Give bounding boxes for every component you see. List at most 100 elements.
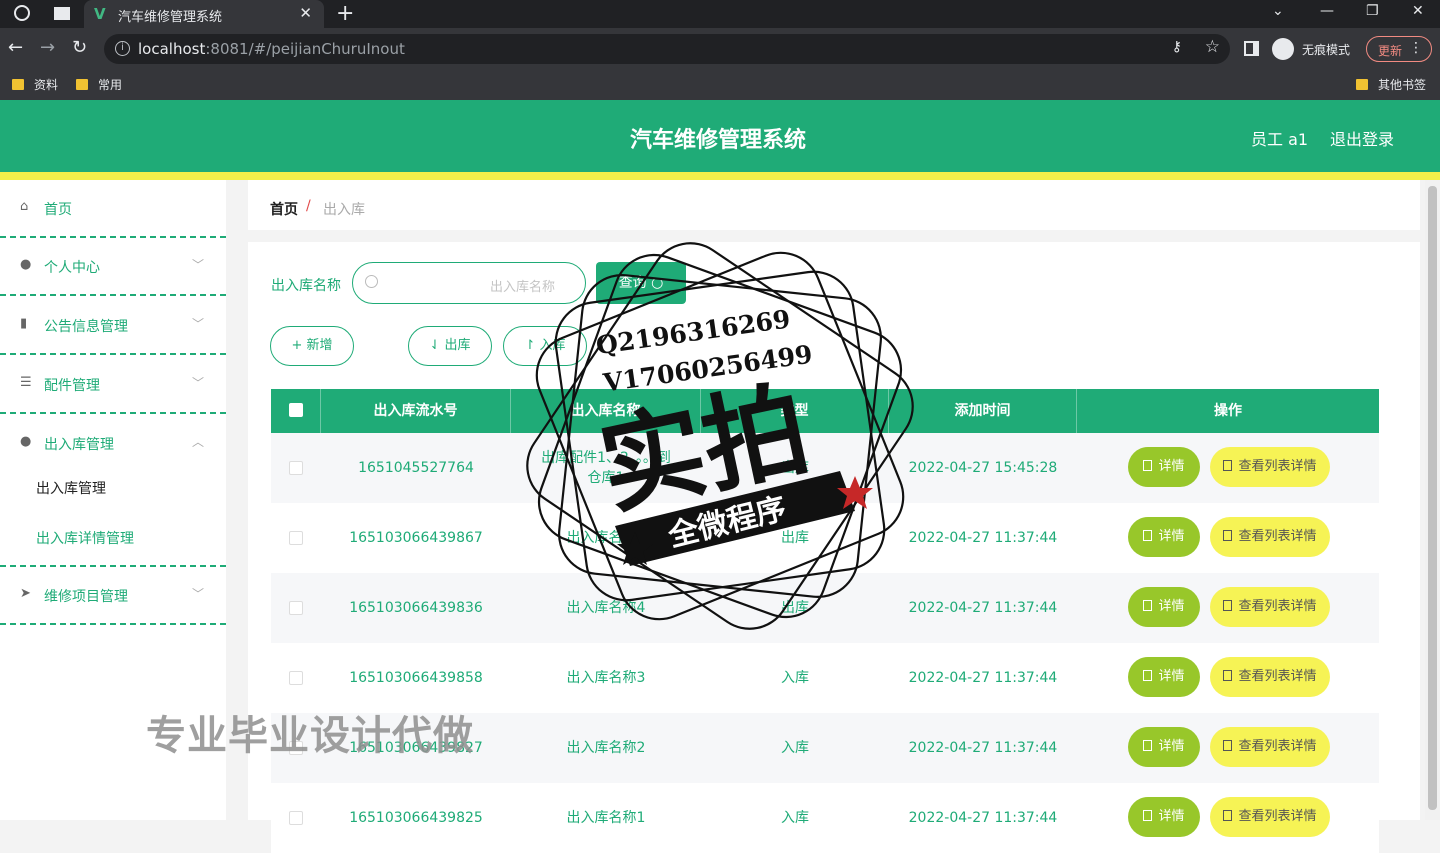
sidebar-item-label: 维修项目管理 [44, 589, 128, 605]
watermark-stamp: Q2196316269 V17060256499 实拍 全微程序 [526, 242, 914, 630]
reload-icon[interactable]: ↻ [72, 37, 87, 58]
logout-link[interactable]: 退出登录 [1330, 126, 1394, 150]
star-icon[interactable]: ☆ [1205, 37, 1220, 57]
close-tab-icon[interactable]: ✕ [299, 4, 312, 22]
row-checkbox[interactable] [289, 601, 303, 615]
bookmarks-bar: 资料 常用 其他书签 [0, 70, 1440, 100]
browser-tab[interactable]: V 汽车维修管理系统 ✕ [84, 0, 324, 28]
sidebar-item-parts[interactable]: ☰ 配件管理 ﹀ [0, 356, 226, 414]
select-all-checkbox[interactable] [271, 389, 321, 433]
chevron-down-icon: ﹀ [191, 317, 204, 331]
chevron-down-icon: ﹀ [191, 376, 204, 390]
sidebar-item-repair[interactable]: ➤ 维修项目管理 ﹀ [0, 565, 226, 625]
add-button[interactable]: + 新增 [270, 326, 354, 366]
document-icon [1223, 600, 1233, 611]
home-icon: ⌂ [20, 199, 29, 214]
tab-title: 汽车维修管理系统 [118, 10, 223, 25]
user-name: 员工 a1 [1251, 130, 1309, 149]
side-panel-icon[interactable] [1244, 41, 1259, 56]
address-bar-row: ← → ↻ i localhost:8081/#/peijianChuruIno… [0, 28, 1440, 70]
watermark-ad-text: 专业毕业设计代做 [146, 713, 474, 759]
document-icon [1223, 810, 1233, 821]
folder-icon [1356, 79, 1368, 90]
send-icon: ➤ [20, 586, 31, 601]
bookmark-ziliao[interactable]: 资料 [12, 76, 58, 93]
chevron-down-icon[interactable]: ⌄ [1272, 3, 1284, 19]
minimize-icon[interactable]: — [1320, 3, 1334, 19]
back-icon[interactable]: ← [8, 37, 23, 58]
globe-icon[interactable] [14, 5, 30, 21]
cell-type: 入库 [781, 670, 809, 686]
detail-button[interactable]: 详情 [1128, 657, 1200, 697]
view-list-detail-button[interactable]: 查看列表详情 [1210, 727, 1330, 767]
cell-name: 出入库名称3 [566, 670, 646, 686]
detail-button[interactable]: 详情 [1128, 797, 1200, 837]
chevron-down-icon: ﹀ [191, 587, 204, 601]
sidebar-item-notices[interactable]: ▮ 公告信息管理 ﹀ [0, 297, 226, 355]
bar-chart-icon: ▮ [20, 316, 28, 331]
row-checkbox-cell [271, 433, 321, 503]
breadcrumb-separator: / [306, 198, 311, 214]
sidebar-subitem-inout-manage[interactable]: 出入库管理 [0, 462, 226, 512]
window-icon[interactable] [54, 7, 70, 20]
update-button[interactable]: 更新 ⋮ [1366, 36, 1432, 62]
sidebar-subitem-label: 出入库管理 [36, 481, 106, 497]
row-checkbox[interactable] [289, 671, 303, 685]
detail-button[interactable]: 详情 [1128, 587, 1200, 627]
view-list-detail-button[interactable]: 查看列表详情 [1210, 657, 1330, 697]
cell-time: 2022-04-27 11:37:44 [908, 740, 1058, 756]
out-button[interactable]: ⇃ 出库 [408, 326, 492, 366]
bookmark-changyong[interactable]: 常用 [76, 76, 122, 93]
browser-tab-strip: V 汽车维修管理系统 ✕ + ⌄ — ❐ ✕ [0, 0, 1440, 28]
bookmark-other[interactable]: 其他书签 [1356, 76, 1426, 93]
cell-name: 出入库名称1 [566, 810, 646, 826]
cell-no: 165103066439867 [349, 530, 483, 546]
row-checkbox[interactable] [289, 461, 303, 475]
sliders-icon: ☰ [20, 375, 32, 390]
view-list-detail-button[interactable]: 查看列表详情 [1210, 797, 1330, 837]
breadcrumb-current: 出入库 [323, 202, 365, 218]
sidebar-item-label: 首页 [44, 202, 72, 218]
more-menu-icon[interactable]: ⋮ [1409, 40, 1423, 56]
breadcrumb-home[interactable]: 首页 [270, 199, 298, 219]
sidebar-item-home[interactable]: ⌂ 首页 [0, 180, 226, 238]
vue-logo-icon: V [94, 5, 106, 23]
incognito-label: 无痕模式 [1302, 43, 1351, 57]
forward-icon[interactable]: → [40, 37, 55, 58]
document-icon [1143, 600, 1153, 611]
document-icon [1143, 740, 1153, 751]
detail-button[interactable]: 详情 [1128, 517, 1200, 557]
cell-name: 出入库名称2 [566, 740, 646, 756]
table-row: 165103066439825 出入库名称1 入库 2022-04-27 11:37:… [271, 783, 1379, 853]
folder-icon [12, 79, 24, 90]
detail-button[interactable]: 详情 [1128, 447, 1200, 487]
detail-button[interactable]: 详情 [1128, 727, 1200, 767]
maximize-icon[interactable]: ❐ [1366, 3, 1379, 19]
cell-type: 入库 [781, 740, 809, 756]
view-list-detail-button[interactable]: 查看列表详情 [1210, 517, 1330, 557]
row-checkbox[interactable] [289, 811, 303, 825]
row-checkbox[interactable] [289, 531, 303, 545]
incognito-icon [1272, 38, 1294, 60]
info-icon[interactable]: i [115, 41, 130, 56]
document-icon [1223, 530, 1233, 541]
app-title: 汽车维修管理系统 [629, 128, 806, 153]
view-list-detail-button[interactable]: 查看列表详情 [1210, 587, 1330, 627]
page-scrollbar[interactable] [1425, 180, 1440, 820]
header-no: 出入库流水号 [321, 389, 511, 433]
sidebar-subitem-inout-detail[interactable]: 出入库详情管理 [0, 512, 226, 562]
row-checkbox-cell [271, 503, 321, 573]
sidebar-item-profile[interactable]: ● 个人中心 ﹀ [0, 238, 226, 296]
sidebar-item-label: 个人中心 [44, 260, 100, 276]
header-accent-line [0, 172, 1440, 180]
close-window-icon[interactable]: ✕ [1412, 3, 1424, 19]
document-icon [1143, 530, 1153, 541]
document-icon [1223, 460, 1233, 471]
header-actions: 操作 [1214, 403, 1242, 419]
new-tab-icon[interactable]: + [336, 1, 354, 26]
cell-time: 2022-04-27 11:37:44 [908, 670, 1058, 686]
view-list-detail-button[interactable]: 查看列表详情 [1210, 447, 1330, 487]
url-field[interactable]: i localhost:8081/#/peijianChuruInout ⚷ ☆ [104, 34, 1230, 64]
chevron-down-icon: ﹀ [191, 258, 204, 272]
key-icon[interactable]: ⚷ [1172, 39, 1182, 55]
